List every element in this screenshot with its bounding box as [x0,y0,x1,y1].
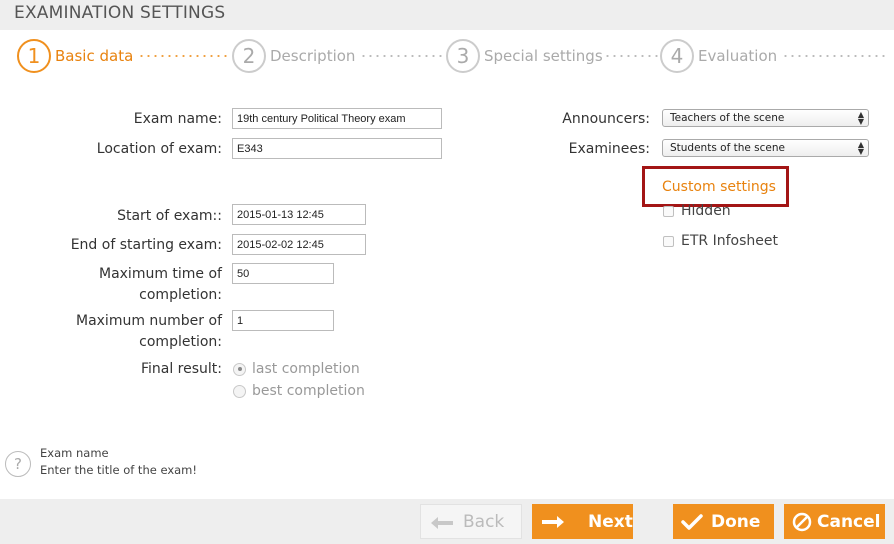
announcers-select[interactable]: Teachers of the scene ▲ ▼ [662,109,869,127]
start-of-exam-label: Start of exam:: [117,208,222,224]
exam-name-label: Exam name: [133,111,222,127]
max-number-input[interactable] [232,310,334,331]
radio-best-completion[interactable] [233,384,246,398]
examinees-select[interactable]: Students of the scene ▲ ▼ [662,139,869,157]
final-result-last-option[interactable]: last completion [233,361,360,377]
etr-infosheet-checkbox[interactable] [663,235,674,247]
step-number-2: 2 [232,39,266,73]
step-connector-4 [782,55,886,57]
arrow-left-icon [429,505,455,540]
hidden-checkbox[interactable] [663,205,674,217]
header-bar: EXAMINATION SETTINGS [0,0,894,30]
radio-last-completion[interactable] [233,362,246,376]
max-number-label: Maximum number of completion: [75,313,222,350]
radio-label-last-completion: last completion [252,361,360,377]
step-connector-1 [138,55,230,57]
arrow-right-icon [540,504,566,539]
hidden-option[interactable]: Hidden [663,203,731,219]
back-button-label: Back [463,511,505,532]
step-special-settings[interactable]: 3 Special settings [446,39,603,73]
exam-name-input[interactable] [232,108,442,129]
start-of-exam-input[interactable] [232,204,366,225]
step-label-special-settings: Special settings [484,47,603,65]
step-label-basic-data: Basic data [55,47,134,65]
final-result-label: Final result: [140,361,222,377]
cancel-button-label: Cancel [817,511,881,532]
step-number-1: 1 [17,39,51,73]
step-number-4: 4 [660,39,694,73]
etr-infosheet-option[interactable]: ETR Infosheet [663,233,778,249]
announcers-selected-value: Teachers of the scene [670,112,785,124]
checkmark-icon [681,504,703,539]
radio-label-best-completion: best completion [252,383,365,399]
done-button[interactable]: Done [673,504,774,539]
final-result-best-option[interactable]: best completion [233,383,365,399]
select-arrows-icon: ▲ ▼ [857,110,864,126]
cancel-circle-icon [792,504,812,539]
next-button[interactable]: Next [532,504,633,539]
help-title: Exam name [40,446,109,460]
step-connector-3 [604,55,658,57]
examinees-selected-value: Students of the scene [670,142,785,154]
end-of-starting-exam-input[interactable] [232,234,366,255]
help-text: Enter the title of the exam! [40,463,197,477]
step-description[interactable]: 2 Description [232,39,355,73]
hidden-checkbox-label: Hidden [681,203,731,219]
cancel-button[interactable]: Cancel [784,504,885,539]
examinees-label: Examinees: [568,141,650,157]
next-button-label: Next [588,511,633,532]
max-time-label: Maximum time of completion: [98,266,222,303]
step-evaluation[interactable]: 4 Evaluation [660,39,777,73]
back-button[interactable]: Back [420,504,522,539]
step-number-3: 3 [446,39,480,73]
step-label-description: Description [270,47,356,65]
question-icon: ? [5,451,31,477]
etr-infosheet-checkbox-label: ETR Infosheet [681,233,778,249]
step-basic-data[interactable]: 1 Basic data [17,39,133,73]
end-of-starting-exam-label: End of starting exam: [70,237,222,253]
custom-settings-link[interactable]: Custom settings [662,179,776,195]
location-input[interactable] [232,138,442,159]
done-button-label: Done [711,511,761,532]
step-label-evaluation: Evaluation [698,47,778,65]
max-time-input[interactable] [232,263,334,284]
step-connector-2 [360,55,444,57]
announcers-label: Announcers: [562,111,650,127]
page-title: EXAMINATION SETTINGS [14,3,226,23]
select-arrows-icon: ▲ ▼ [857,140,864,156]
location-label: Location of exam: [96,141,222,157]
